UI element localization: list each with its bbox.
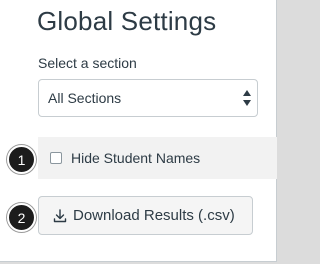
hide-student-names-row[interactable]: Hide Student Names [38, 137, 277, 179]
global-settings-panel: Global Settings Select a section All Sec… [0, 0, 277, 262]
hide-student-names-label[interactable]: Hide Student Names [71, 150, 200, 166]
select-arrows-icon [243, 90, 251, 106]
section-select[interactable]: All Sections [38, 79, 258, 117]
hide-student-names-checkbox[interactable] [50, 152, 62, 164]
callout-badge-1: 1 [7, 145, 36, 174]
section-select-label: Select a section [38, 55, 137, 71]
download-results-label[interactable]: Download Results (.csv) [73, 207, 235, 224]
section-select-value: All Sections [48, 90, 122, 106]
download-results-button[interactable]: Download Results (.csv) [38, 196, 253, 235]
page-title: Global Settings [37, 6, 217, 36]
callout-badge-2: 2 [7, 203, 36, 232]
download-icon [53, 208, 67, 222]
